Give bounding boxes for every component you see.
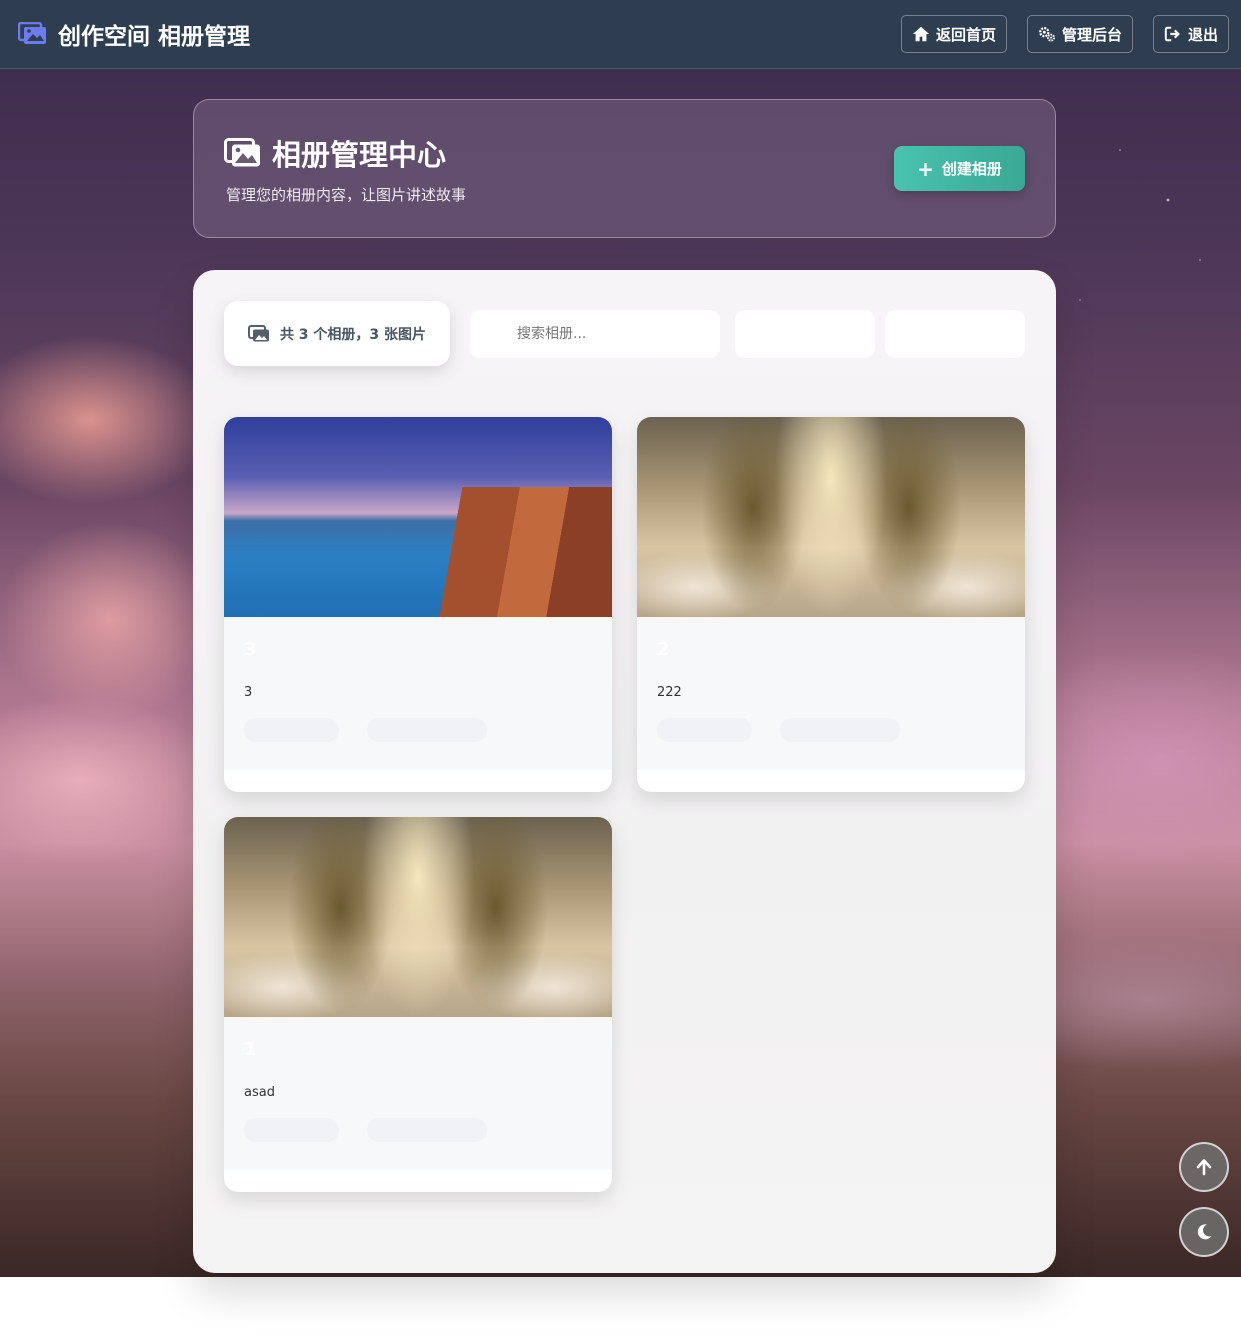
search-input[interactable]	[470, 309, 720, 358]
home-button-label: 返回首页	[935, 25, 996, 44]
dark-mode-toggle[interactable]	[1179, 1207, 1229, 1257]
album-description: 222	[657, 685, 682, 700]
album-stats-text: 共 3 个相册，3 张图片	[279, 326, 427, 343]
app-title: 创作空间 相册管理	[58, 24, 251, 50]
album-description: 3	[244, 685, 253, 700]
admin-button[interactable]: 管理后台	[1026, 15, 1133, 53]
album-title: 3	[244, 639, 257, 660]
page-title-text: 相册管理中心	[272, 138, 447, 172]
photo-count-badge	[244, 1118, 339, 1142]
album-card-body: 3 3	[224, 617, 612, 770]
album-meta	[657, 718, 1005, 742]
album-card[interactable]: 1 asad	[224, 817, 612, 1192]
images-icon	[247, 324, 269, 341]
album-card-body: 2 222	[637, 617, 1025, 770]
plus-icon: +	[917, 156, 934, 181]
logout-button[interactable]: 退出	[1152, 15, 1229, 53]
filter-select[interactable]	[885, 309, 1025, 358]
admin-button-label: 管理后台	[1061, 25, 1122, 44]
moon-icon	[1197, 1224, 1212, 1240]
nav-buttons: 返回首页 管理后台 退出	[900, 15, 1229, 53]
album-title: 2	[657, 639, 670, 660]
album-card[interactable]: 3 3	[224, 417, 612, 792]
fantasy-castle-photo	[637, 417, 1025, 617]
album-toolbar: 共 3 个相册，3 张图片	[224, 301, 1025, 366]
logout-button-label: 退出	[1187, 25, 1218, 44]
album-description: asad	[244, 1085, 275, 1100]
scroll-to-top-button[interactable]	[1179, 1142, 1229, 1192]
album-header-card: 相册管理中心 管理您的相册内容，让图片讲述故事 + 创建相册	[193, 99, 1056, 238]
top-navbar: 创作空间 相册管理 返回首页 管理后台 退出	[0, 0, 1241, 69]
album-title: 1	[244, 1039, 257, 1060]
photo-count-badge	[244, 718, 339, 742]
arrow-up-icon	[1196, 1159, 1212, 1176]
gears-icon	[1039, 27, 1055, 42]
album-card[interactable]: 2 222	[637, 417, 1025, 792]
photo-count-badge	[657, 718, 752, 742]
album-stats: 共 3 个相册，3 张图片	[224, 301, 450, 366]
home-icon	[912, 26, 930, 42]
logout-icon	[1164, 26, 1180, 42]
home-button[interactable]: 返回首页	[900, 15, 1007, 53]
images-icon	[224, 138, 260, 167]
header-text: 相册管理中心 管理您的相册内容，让图片讲述故事	[224, 132, 466, 205]
page-subtitle: 管理您的相册内容，让图片讲述故事	[226, 186, 467, 204]
date-badge	[780, 718, 900, 742]
photo-album-icon	[18, 22, 46, 44]
album-meta	[244, 718, 592, 742]
create-album-button[interactable]: + 创建相册	[894, 146, 1025, 191]
page-title: 相册管理中心	[224, 132, 466, 174]
fantasy-castle-photo	[224, 817, 612, 1017]
album-card-body: 1 asad	[224, 1017, 612, 1170]
create-album-label: 创建相册	[941, 160, 1002, 178]
coastal-cliff-photo	[224, 417, 612, 617]
date-badge	[367, 718, 487, 742]
date-badge	[367, 1118, 487, 1142]
album-meta	[244, 1118, 592, 1142]
brand: 创作空间 相册管理	[18, 17, 250, 51]
sort-select[interactable]	[735, 309, 875, 358]
